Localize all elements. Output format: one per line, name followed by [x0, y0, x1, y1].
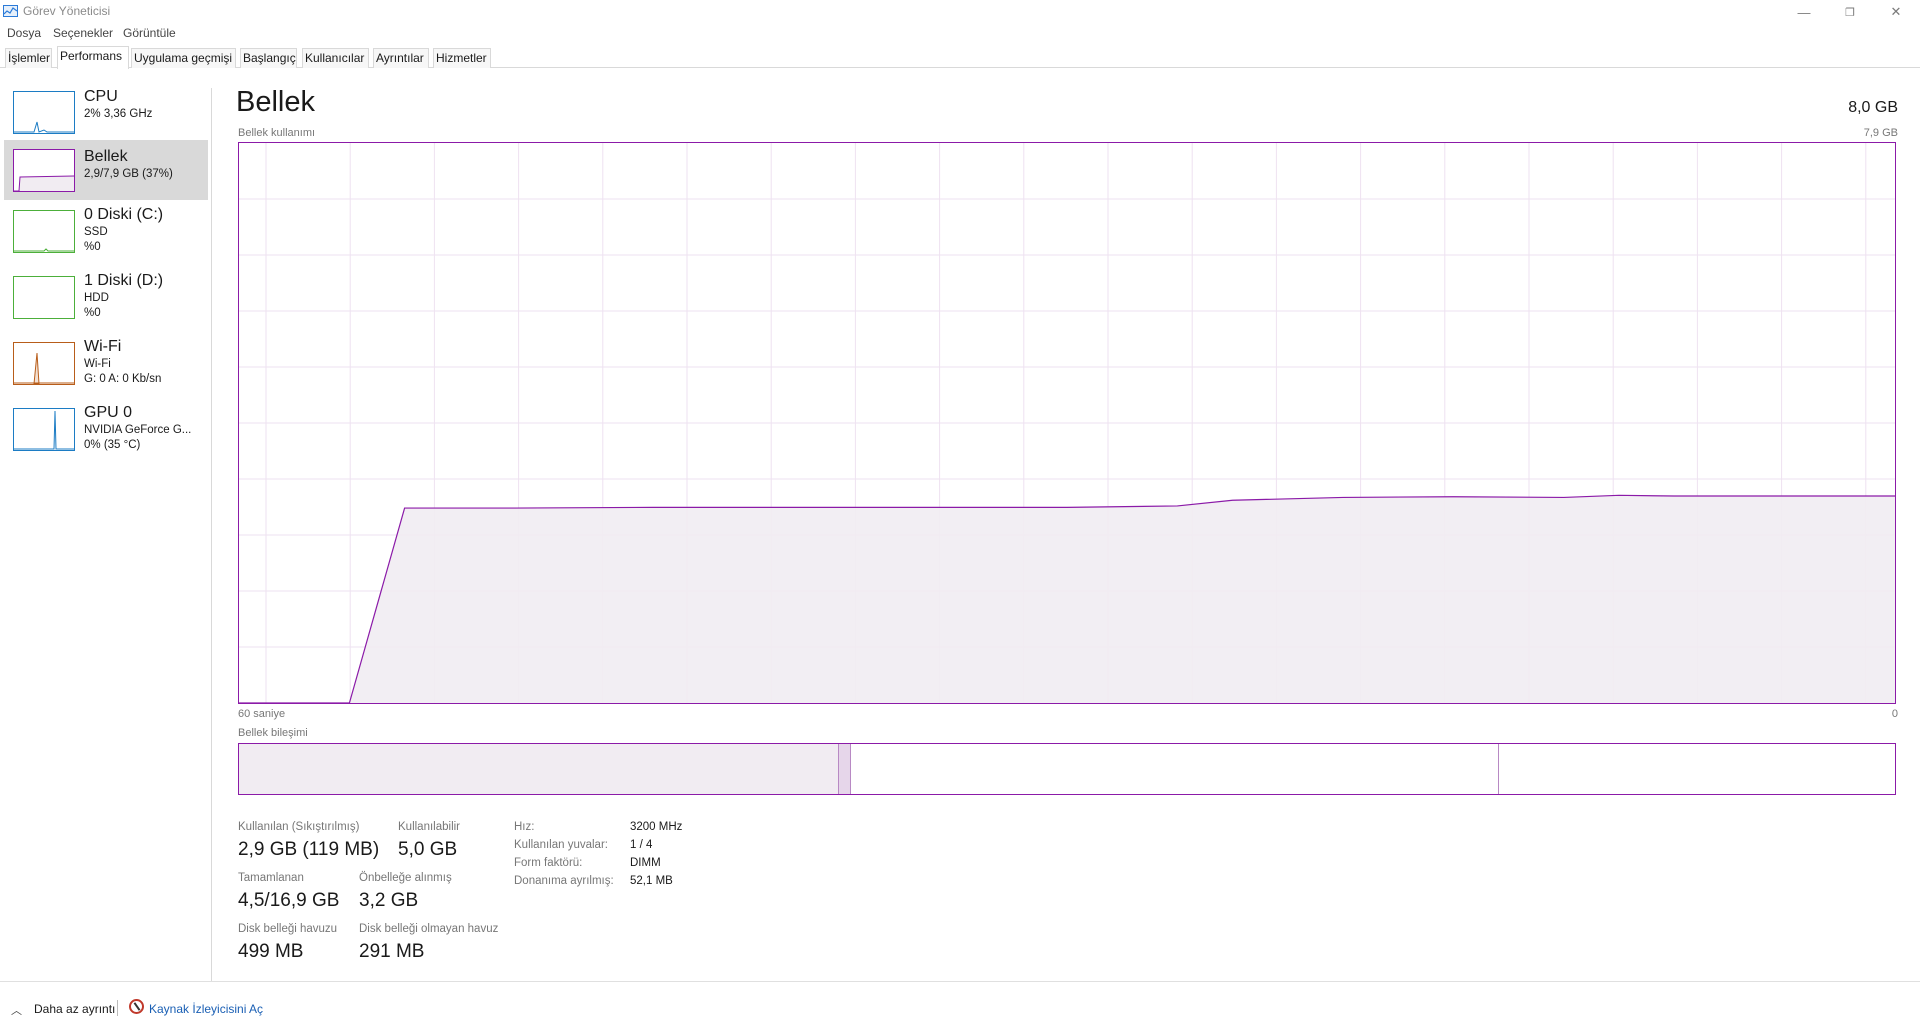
sidebar-title: 1 Diski (D:): [84, 272, 164, 289]
sidebar-title: GPU 0: [84, 404, 133, 421]
slots-label: Kullanılan yuvalar:: [514, 839, 608, 851]
nonpaged-pool-label: Disk belleği olmayan havuz: [359, 923, 499, 935]
sidebar-item-cpu[interactable]: CPU 2% 3,36 GHz: [4, 88, 208, 140]
tab-bar: İşlemler Performans Uygulama geçmişi Baş…: [0, 46, 1920, 69]
page-title: Bellek: [236, 86, 315, 118]
slots-value: 1 / 4: [630, 839, 653, 851]
disk-d-mini-graph: [13, 276, 75, 319]
composition-modified: [838, 744, 851, 794]
sidebar-item-gpu[interactable]: GPU 0 NVIDIA GeForce G... 0% (35 °C): [4, 404, 208, 468]
sidebar-sub: %0: [84, 241, 101, 253]
sidebar-sub: Wi-Fi: [84, 358, 111, 370]
tab-app-history[interactable]: Uygulama geçmişi: [131, 48, 236, 68]
open-resource-monitor-link[interactable]: Kaynak İzleyicisini Aç: [149, 1002, 263, 1016]
gpu-mini-graph: [13, 408, 75, 451]
title-bar: Görev Yöneticisi — ❐ ✕: [0, 0, 1920, 24]
usage-graph-label: Bellek kullanımı: [238, 127, 316, 139]
nonpaged-pool-value: 291 MB: [359, 941, 425, 962]
sidebar-sub: %0: [84, 307, 101, 319]
disk-c-mini-graph: [13, 210, 75, 253]
sidebar-item-disk-c[interactable]: 0 Diski (C:) SSD %0: [4, 206, 208, 270]
tab-services[interactable]: Hizmetler: [433, 48, 491, 68]
wifi-mini-graph: [13, 342, 75, 385]
fewer-details-link[interactable]: Daha az ayrıntı: [34, 1002, 115, 1016]
sidebar-sub: 2% 3,36 GHz: [84, 108, 153, 120]
sidebar-sub: 0% (35 °C): [84, 439, 141, 451]
sidebar-title: 0 Diski (C:): [84, 206, 164, 223]
sidebar-sub: NVIDIA GeForce G...: [84, 424, 192, 436]
form-factor-value: DIMM: [630, 857, 661, 869]
memory-composition-bar: [238, 743, 1896, 795]
committed-value: 4,5/16,9 GB: [238, 890, 340, 911]
menu-file[interactable]: Dosya: [7, 26, 41, 40]
speed-label: Hız:: [514, 821, 535, 833]
composition-label: Bellek bileşimi: [238, 727, 308, 739]
sidebar-item-disk-d[interactable]: 1 Diski (D:) HDD %0: [4, 272, 208, 336]
sidebar-sub: G: 0 A: 0 Kb/sn: [84, 373, 162, 385]
memory-mini-graph: [13, 149, 75, 192]
in-use-value: 2,9 GB (119 MB): [238, 839, 380, 860]
cpu-mini-graph: [13, 91, 75, 134]
resource-monitor-icon[interactable]: [129, 999, 144, 1014]
sidebar-sub: SSD: [84, 226, 108, 238]
total-capacity: 8,0 GB: [1848, 99, 1898, 116]
available-label: Kullanılabilir: [398, 821, 461, 833]
paged-pool-value: 499 MB: [238, 941, 304, 962]
resource-sidebar: CPU 2% 3,36 GHz Bellek 2,9/7,9 GB (37%) …: [0, 88, 212, 981]
composition-free: [1497, 744, 1895, 794]
cached-value: 3,2 GB: [359, 890, 419, 911]
usage-max-label: 7,9 GB: [1863, 127, 1898, 139]
cached-label: Önbelleğe alınmış: [359, 872, 452, 884]
memory-usage-chart: [239, 143, 1895, 703]
task-manager-icon: [3, 5, 18, 17]
tab-details[interactable]: Ayrıntılar: [373, 48, 429, 68]
available-value: 5,0 GB: [398, 839, 458, 860]
sidebar-title: Bellek: [84, 148, 128, 165]
footer-bar: ︿ Daha az ayrıntı Kaynak İzleyicisini Aç: [0, 981, 1920, 1033]
sidebar-title: CPU: [84, 88, 118, 105]
sidebar-sub: HDD: [84, 292, 109, 304]
window-title: Görev Yöneticisi: [23, 4, 111, 18]
hardware-reserved-value: 52,1 MB: [630, 875, 673, 887]
sidebar-title: Wi-Fi: [84, 338, 122, 355]
speed-value: 3200 MHz: [630, 821, 683, 833]
menu-options[interactable]: Seçenekler: [53, 26, 113, 40]
composition-in-use: [239, 744, 839, 794]
time-axis-left-label: 60 saniye: [238, 708, 286, 720]
tab-processes[interactable]: İşlemler: [5, 48, 52, 68]
paged-pool-label: Disk belleği havuzu: [238, 923, 338, 935]
hardware-reserved-label: Donanıma ayrılmış:: [514, 875, 614, 887]
sidebar-item-wifi[interactable]: Wi-Fi Wi-Fi G: 0 A: 0 Kb/sn: [4, 338, 208, 402]
usage-area: [239, 495, 1895, 703]
footer-divider: [117, 1000, 118, 1016]
sidebar-item-memory[interactable]: Bellek 2,9/7,9 GB (37%): [4, 140, 208, 200]
restore-button[interactable]: ❐: [1827, 0, 1873, 24]
composition-standby: [850, 744, 1497, 794]
time-axis-right-label: 0: [1891, 708, 1898, 720]
tab-users[interactable]: Kullanıcılar: [302, 48, 369, 68]
menu-bar: Dosya Seçenekler Görüntüle: [0, 24, 1920, 44]
in-use-label: Kullanılan (Sıkıştırılmış): [238, 821, 360, 833]
menu-view[interactable]: Görüntüle: [123, 26, 176, 40]
minimize-button[interactable]: —: [1781, 0, 1827, 24]
tab-performance[interactable]: Performans: [57, 46, 129, 69]
memory-usage-graph: [238, 142, 1896, 704]
sidebar-sub: 2,9/7,9 GB (37%): [84, 168, 173, 180]
form-factor-label: Form faktörü:: [514, 857, 583, 869]
chevron-up-icon[interactable]: ︿: [11, 1002, 22, 1018]
committed-label: Tamamlanan: [238, 872, 304, 884]
close-button[interactable]: ✕: [1873, 0, 1919, 24]
tab-startup[interactable]: Başlangıç: [240, 48, 297, 68]
